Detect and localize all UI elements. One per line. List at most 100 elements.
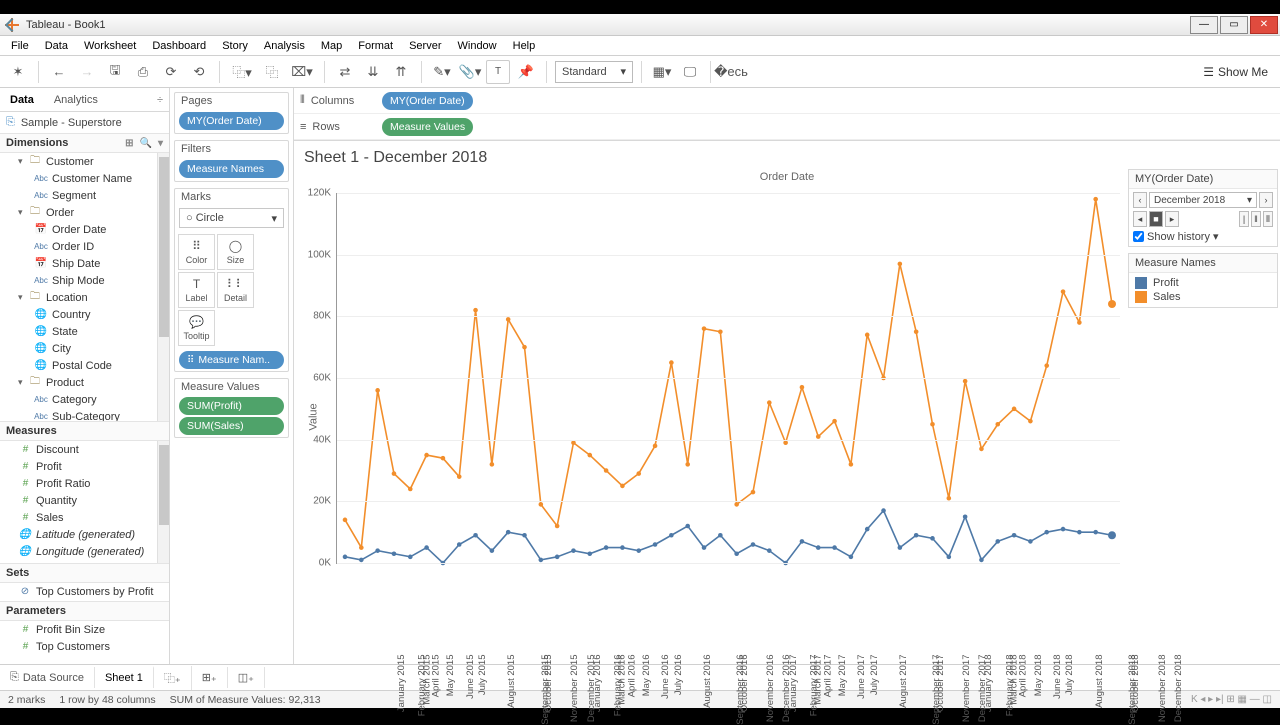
presentation-mode-button[interactable]: 🖵 bbox=[678, 60, 702, 84]
forward-button[interactable]: → bbox=[75, 60, 99, 84]
speed-3-button[interactable]: ⦀ bbox=[1263, 211, 1273, 227]
mark-color-button[interactable]: ⠿Color bbox=[178, 234, 215, 270]
legend-item[interactable]: Sales bbox=[1133, 290, 1273, 304]
speed-2-button[interactable]: ‖ bbox=[1251, 211, 1261, 227]
filters-pill[interactable]: Measure Names bbox=[179, 160, 284, 178]
sort-desc-button[interactable]: ⇈ bbox=[389, 60, 413, 84]
measure-field[interactable]: #Profit bbox=[0, 458, 157, 475]
duplicate-sheet-button[interactable]: ⿻ bbox=[260, 60, 284, 84]
search-icon[interactable]: 🔍 bbox=[140, 138, 152, 149]
maximize-button[interactable]: ▭ bbox=[1220, 16, 1248, 34]
rows-shelf[interactable]: ≡Rows Measure Values bbox=[294, 114, 1280, 140]
page-play-button[interactable]: ▸ bbox=[1165, 211, 1179, 227]
dim-field[interactable]: 🌐City bbox=[0, 340, 157, 357]
sheet-title[interactable]: Sheet 1 - December 2018 bbox=[294, 141, 1280, 169]
menu-data[interactable]: Data bbox=[38, 38, 75, 54]
tab-data[interactable]: Data bbox=[0, 90, 44, 110]
menu-map[interactable]: Map bbox=[314, 38, 349, 54]
measure-field[interactable]: #Quantity bbox=[0, 492, 157, 509]
mark-size-button[interactable]: ◯Size bbox=[217, 234, 254, 270]
visualization[interactable]: Order Date Value 0K20K40K60K80K100K120K … bbox=[294, 169, 1280, 664]
panel-menu-icon[interactable]: ÷ bbox=[151, 94, 169, 106]
close-button[interactable]: ✕ bbox=[1250, 16, 1278, 34]
measures-scrollbar[interactable] bbox=[157, 441, 169, 563]
columns-shelf[interactable]: ⦀Columns MY(Order Date) bbox=[294, 88, 1280, 114]
menu-worksheet[interactable]: Worksheet bbox=[77, 38, 143, 54]
menu-analysis[interactable]: Analysis bbox=[257, 38, 312, 54]
sort-asc-button[interactable]: ⇊ bbox=[361, 60, 385, 84]
menu-file[interactable]: File bbox=[4, 38, 36, 54]
clear-sheet-button[interactable]: ⌧▾ bbox=[288, 60, 316, 84]
swap-axes-button[interactable]: ⇄ bbox=[333, 60, 357, 84]
page-current-selector[interactable]: December 2018▾ bbox=[1149, 192, 1257, 208]
dim-field[interactable]: 📅Ship Date bbox=[0, 255, 157, 272]
show-me-button[interactable]: ☰Show Me bbox=[1197, 63, 1274, 81]
menu-server[interactable]: Server bbox=[402, 38, 448, 54]
mark-tooltip-button[interactable]: 💬Tooltip bbox=[178, 310, 215, 346]
save-button[interactable]: 🖫 bbox=[103, 60, 127, 84]
speed-1-button[interactable]: | bbox=[1239, 211, 1249, 227]
dim-group-customer[interactable]: ▾🗀Customer bbox=[0, 153, 157, 170]
share-button[interactable]: �есь bbox=[719, 60, 743, 84]
dim-field[interactable]: 🌐State bbox=[0, 323, 157, 340]
dimensions-scrollbar[interactable] bbox=[157, 153, 169, 421]
param-field[interactable]: #Profit Bin Size bbox=[0, 621, 169, 638]
view-icon[interactable]: ⊞ bbox=[125, 138, 133, 149]
marks-type-selector[interactable]: ○ Circle▾ bbox=[179, 208, 284, 228]
param-field[interactable]: #Top Customers bbox=[0, 638, 169, 655]
pin-button[interactable]: 📌 bbox=[514, 60, 538, 84]
dim-group-product[interactable]: ▾🗀Product bbox=[0, 374, 157, 391]
tab-analytics[interactable]: Analytics bbox=[44, 90, 108, 110]
page-first-button[interactable]: ◂ bbox=[1133, 211, 1147, 227]
measure-field[interactable]: 🌐Latitude (generated) bbox=[0, 526, 157, 543]
new-story-tab[interactable]: ◫₊ bbox=[228, 667, 265, 688]
rows-pill[interactable]: Measure Values bbox=[382, 118, 473, 136]
minimize-button[interactable]: — bbox=[1190, 16, 1218, 34]
set-field[interactable]: ⊘Top Customers by Profit bbox=[0, 583, 169, 600]
menu-story[interactable]: Story bbox=[215, 38, 255, 54]
highlight-button[interactable]: ✎▾ bbox=[430, 60, 454, 84]
measure-field[interactable]: #Sales bbox=[0, 509, 157, 526]
new-dashboard-tab[interactable]: ⊞₊ bbox=[192, 667, 228, 688]
new-worksheet-button[interactable]: ⿻▾ bbox=[228, 60, 256, 84]
page-next-button[interactable]: › bbox=[1259, 192, 1273, 208]
data-source-tab[interactable]: ⎘Data Source bbox=[0, 667, 95, 688]
dim-field[interactable]: 🌐Postal Code bbox=[0, 357, 157, 374]
menu-icon[interactable]: ▾ bbox=[158, 138, 163, 149]
dim-group-location[interactable]: ▾🗀Location bbox=[0, 289, 157, 306]
legend-item[interactable]: Profit bbox=[1133, 276, 1273, 290]
tableau-home-icon[interactable]: ✶ bbox=[6, 60, 30, 84]
menu-dashboard[interactable]: Dashboard bbox=[145, 38, 213, 54]
measure-field[interactable]: #Profit Ratio bbox=[0, 475, 157, 492]
show-history-checkbox[interactable] bbox=[1133, 231, 1144, 242]
dim-group-order[interactable]: ▾🗀Order bbox=[0, 204, 157, 221]
marks-color-pill[interactable]: ⠿Measure Nam.. bbox=[179, 351, 284, 369]
pages-pill[interactable]: MY(Order Date) bbox=[179, 112, 284, 130]
mv-pill[interactable]: SUM(Profit) bbox=[179, 397, 284, 415]
mv-pill[interactable]: SUM(Sales) bbox=[179, 417, 284, 435]
group-button[interactable]: 📎▾ bbox=[458, 60, 482, 84]
menu-window[interactable]: Window bbox=[451, 38, 504, 54]
menu-help[interactable]: Help bbox=[506, 38, 543, 54]
measure-field[interactable]: #Discount bbox=[0, 441, 157, 458]
mark-label-button[interactable]: TLabel bbox=[178, 272, 215, 308]
sheet-tab[interactable]: Sheet 1 bbox=[95, 666, 154, 688]
labels-button[interactable]: T bbox=[486, 60, 510, 84]
dim-field[interactable]: AbcCustomer Name bbox=[0, 170, 157, 187]
dim-field[interactable]: AbcSub-Category bbox=[0, 408, 157, 421]
datasource-row[interactable]: ⎘ Sample - Superstore bbox=[0, 112, 169, 133]
dim-field[interactable]: 📅Order Date bbox=[0, 221, 157, 238]
page-stop-button[interactable]: ■ bbox=[1149, 211, 1163, 227]
auto-update-button[interactable]: ⟳ bbox=[159, 60, 183, 84]
dim-field[interactable]: AbcCategory bbox=[0, 391, 157, 408]
status-nav-icons[interactable]: K ◂ ▸ ▸| ⊞ ▦ — ◫ bbox=[1191, 694, 1272, 705]
fit-selector[interactable]: Standard▾ bbox=[555, 61, 633, 83]
mark-detail-button[interactable]: ⠇⠇Detail bbox=[217, 272, 254, 308]
back-button[interactable]: ← bbox=[47, 60, 71, 84]
dim-field[interactable]: AbcShip Mode bbox=[0, 272, 157, 289]
refresh-button[interactable]: ⟲ bbox=[187, 60, 211, 84]
columns-pill[interactable]: MY(Order Date) bbox=[382, 92, 473, 110]
dim-field[interactable]: 🌐Country bbox=[0, 306, 157, 323]
dim-field[interactable]: AbcSegment bbox=[0, 187, 157, 204]
show-cards-button[interactable]: ▦▾ bbox=[650, 60, 674, 84]
